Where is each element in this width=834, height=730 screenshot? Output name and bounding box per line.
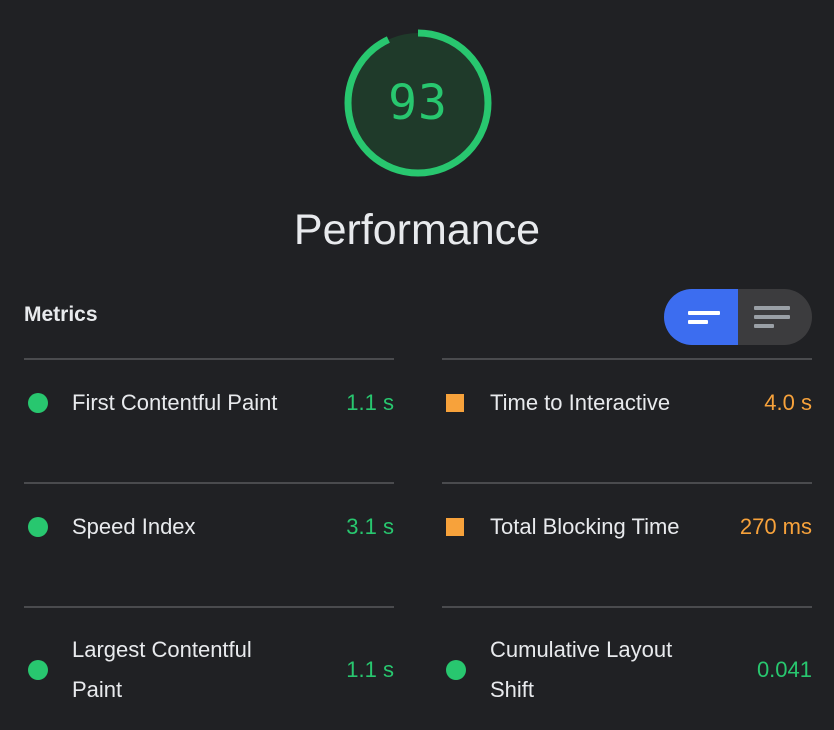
metric-value: 1.1 s <box>346 657 394 682</box>
metrics-heading: Metrics <box>24 303 98 326</box>
average-square-icon <box>446 394 464 412</box>
compact-view-button[interactable] <box>664 289 738 345</box>
metric-time-to-interactive: Time to Interactive 4.0 s <box>442 358 812 482</box>
metric-label: Largest Contentful Paint <box>72 637 252 702</box>
metric-label: Cumulative Layout Shift <box>490 637 673 702</box>
metric-value: 0.041 <box>756 657 812 682</box>
metric-label: Time to Interactive <box>490 390 671 415</box>
metric-value: 1.1 s <box>346 390 394 415</box>
metric-label: First Contentful Paint <box>72 390 278 415</box>
metric-cumulative-layout-shift: Cumulative Layout Shift 0.041 <box>442 606 812 730</box>
expanded-view-button[interactable] <box>738 289 812 345</box>
metric-speed-index: Speed Index 3.1 s <box>24 482 394 606</box>
pass-circle-icon <box>28 660 48 680</box>
metric-value: 3.1 s <box>346 514 394 539</box>
category-title: Performance <box>293 206 541 254</box>
metric-label: Speed Index <box>72 514 196 539</box>
average-square-icon <box>446 518 464 536</box>
pass-circle-icon <box>28 393 48 413</box>
pass-circle-icon <box>446 660 466 680</box>
metric-total-blocking-time: Total Blocking Time 270 ms <box>442 482 812 606</box>
metric-largest-contentful-paint: Largest Contentful Paint 1.1 s <box>24 606 394 730</box>
metric-value: 270 ms <box>739 514 812 539</box>
metric-first-contentful-paint: First Contentful Paint 1.1 s <box>24 358 394 482</box>
pass-circle-icon <box>28 517 48 537</box>
metrics-view-toggle[interactable] <box>664 289 812 345</box>
performance-gauge: 93 <box>344 29 492 177</box>
metric-value: 4.0 s <box>764 390 812 415</box>
metric-label: Total Blocking Time <box>490 514 680 539</box>
performance-score: 93 <box>388 75 448 131</box>
